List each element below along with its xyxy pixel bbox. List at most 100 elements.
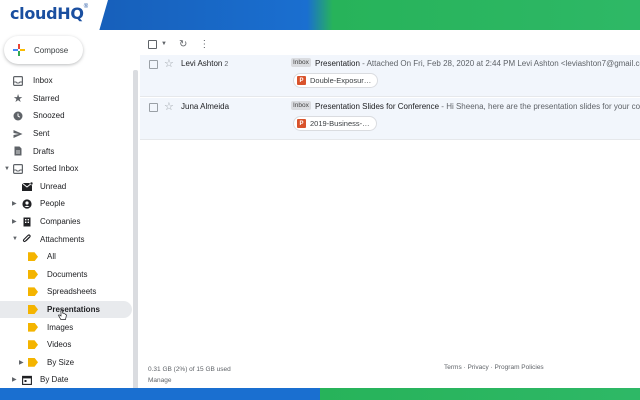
sidebar-item-label: Snoozed xyxy=(33,111,65,121)
chevron-right-icon[interactable]: ▶ xyxy=(12,200,17,207)
sidebar-item-label: Drafts xyxy=(33,146,55,156)
compose-button[interactable]: Compose xyxy=(4,36,83,64)
tag-icon xyxy=(27,356,39,368)
person-icon xyxy=(21,198,33,210)
tag-icon xyxy=(27,251,39,263)
star-toggle-icon[interactable]: ☆ xyxy=(164,57,174,70)
email-snippet: - Hi Sheena, here are the presentation s… xyxy=(439,102,640,111)
unread-mail-icon xyxy=(21,180,33,192)
attachment-chip[interactable]: P Double-Exposur… xyxy=(293,73,379,88)
compose-label: Compose xyxy=(34,45,69,55)
chevron-right-icon[interactable]: ▶ xyxy=(12,376,17,383)
sender-name: Juna Almeida xyxy=(181,102,230,111)
sidebar-item-videos[interactable]: Videos xyxy=(0,336,132,354)
sidebar-item-snoozed[interactable]: Snoozed xyxy=(0,107,132,125)
sidebar-item-label: Unread xyxy=(40,181,67,191)
sidebar-item-attachments[interactable]: ▼ Attachments xyxy=(0,230,132,248)
email-row[interactable]: ☆ Juna Almeida Inbox Presentation Slides… xyxy=(140,98,640,140)
chevron-down-icon[interactable]: ▼ xyxy=(12,236,18,242)
email-subject: Presentation Slides for Conference xyxy=(315,102,440,111)
sidebar-item-spreadsheets[interactable]: Spreadsheets xyxy=(0,283,132,301)
storage-info: 0.31 GB (2%) of 15 GB used Manage xyxy=(148,364,231,386)
sorted-inbox-icon xyxy=(12,163,24,175)
sidebar-item-label: By Size xyxy=(47,357,75,367)
sidebar-item-label: Videos xyxy=(47,340,72,350)
footer-links[interactable]: Terms · Privacy · Program Policies xyxy=(444,364,544,371)
sidebar-item-by-date[interactable]: ▶ By Date xyxy=(0,371,132,389)
sidebar-item-label: Sent xyxy=(33,129,50,139)
sidebar-item-documents[interactable]: Documents xyxy=(0,266,132,284)
cloudhq-logo: cloudHQ® xyxy=(0,0,108,30)
sidebar-item-label: Documents xyxy=(47,269,88,279)
sidebar-item-label: Images xyxy=(47,322,74,332)
sidebar-item-inbox[interactable]: Inbox xyxy=(0,72,132,90)
storage-usage: 0.31 GB (2%) of 15 GB used xyxy=(148,366,231,373)
more-options-icon[interactable]: ⋮ xyxy=(199,39,209,50)
sidebar-item-label: All xyxy=(47,252,56,262)
inbox-icon xyxy=(12,75,24,87)
email-row[interactable]: ☆ Levi Ashton 2 Inbox Presentation - Atta… xyxy=(140,55,640,97)
brand-mark: ® xyxy=(83,4,89,10)
select-all-checkbox[interactable] xyxy=(148,39,157,49)
sidebar-item-presentations[interactable]: Presentations xyxy=(0,300,132,320)
send-icon xyxy=(12,128,24,140)
sidebar-item-label: Starred xyxy=(33,93,60,103)
sidebar-scrollbar[interactable] xyxy=(133,70,138,400)
sidebar-item-label: Sorted Inbox xyxy=(33,164,79,174)
sidebar-item-sorted-inbox[interactable]: ▼ Sorted Inbox xyxy=(0,160,132,178)
email-sender: Levi Ashton 2 xyxy=(181,59,228,68)
sidebar-item-images[interactable]: Images xyxy=(0,318,132,336)
brand-name: cloudHQ xyxy=(10,4,84,23)
tag-icon xyxy=(27,268,39,280)
sidebar-item-label: Companies xyxy=(40,217,81,227)
email-sender: Juna Almeida xyxy=(181,102,231,111)
sidebar: Compose Inbox ★ Starred Snoozed Sent Dra… xyxy=(0,30,138,400)
sidebar-item-starred[interactable]: ★ Starred xyxy=(0,90,132,108)
sidebar-item-label: Presentations xyxy=(47,305,100,315)
inbox-label-chip[interactable]: Inbox xyxy=(291,58,311,67)
tag-icon xyxy=(27,339,39,351)
sidebar-item-label: Attachments xyxy=(40,234,85,244)
sidebar-item-label: By Date xyxy=(40,375,69,385)
row-checkbox[interactable] xyxy=(149,60,158,69)
email-subject-line: Presentation - Attached On Fri, Feb 28, … xyxy=(315,59,640,68)
paperclip-icon xyxy=(21,233,33,245)
calendar-icon xyxy=(21,374,33,386)
sidebar-item-drafts[interactable]: Drafts xyxy=(0,142,132,160)
list-toolbar: ▼ ↻ ⋮ xyxy=(148,34,209,54)
sidebar-item-label: Spreadsheets xyxy=(47,287,97,297)
star-toggle-icon[interactable]: ☆ xyxy=(164,100,174,113)
presentation-file-icon: P xyxy=(297,76,306,85)
email-list-panel: ▼ ↻ ⋮ ☆ Levi Ashton 2 Inbox Presentation … xyxy=(140,30,640,388)
select-menu-chevron-icon[interactable]: ▼ xyxy=(161,41,167,47)
sidebar-item-sent[interactable]: Sent xyxy=(0,125,132,143)
sidebar-item-label: People xyxy=(40,199,65,209)
plus-icon xyxy=(13,44,25,56)
attachment-chip[interactable]: P 2019-Business-… xyxy=(293,116,377,131)
sidebar-item-label: Inbox xyxy=(33,76,53,86)
presentation-file-icon: P xyxy=(297,119,306,128)
thread-count: 2 xyxy=(224,61,229,68)
chevron-down-icon[interactable]: ▼ xyxy=(4,166,10,172)
sender-name: Levi Ashton xyxy=(181,59,223,68)
sidebar-item-unread[interactable]: Unread xyxy=(0,178,132,196)
email-subject-line: Presentation Slides for Conference - Hi … xyxy=(315,102,640,111)
row-checkbox[interactable] xyxy=(149,103,158,112)
draft-icon xyxy=(12,145,24,157)
sidebar-item-by-size[interactable]: ▶ By Size xyxy=(0,354,132,372)
chevron-right-icon[interactable]: ▶ xyxy=(12,218,17,225)
sidebar-item-companies[interactable]: ▶ Companies xyxy=(0,213,132,231)
inbox-label-chip[interactable]: Inbox xyxy=(291,101,311,110)
tag-icon xyxy=(27,286,39,298)
sidebar-item-all[interactable]: All xyxy=(0,248,132,266)
chevron-right-icon[interactable]: ▶ xyxy=(19,359,24,366)
nav-list: Inbox ★ Starred Snoozed Sent Drafts ▼ So… xyxy=(0,72,132,389)
bottom-banner xyxy=(0,388,640,400)
attachment-name: 2019-Business-… xyxy=(310,119,370,128)
manage-storage-link[interactable]: Manage xyxy=(148,375,231,386)
email-snippet: - Attached On Fri, Feb 28, 2020 at 2:44 … xyxy=(359,59,640,68)
email-subject: Presentation xyxy=(315,59,360,68)
refresh-icon[interactable]: ↻ xyxy=(179,39,187,50)
tag-icon xyxy=(27,321,39,333)
sidebar-item-people[interactable]: ▶ People xyxy=(0,195,132,213)
